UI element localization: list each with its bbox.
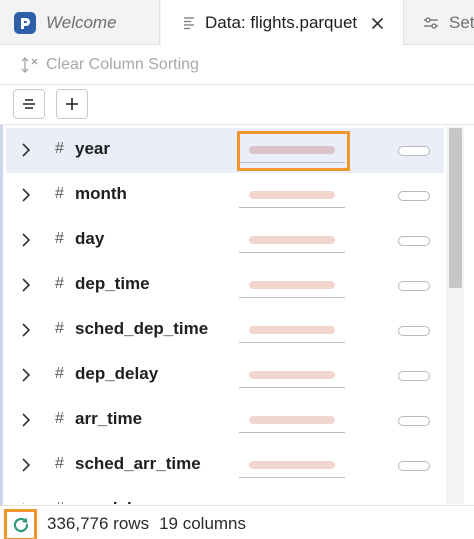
refresh-button[interactable] <box>4 509 37 539</box>
sort-lines-icon <box>23 99 35 109</box>
chevron-right-icon[interactable] <box>21 367 31 388</box>
column-name: year <box>75 139 110 158</box>
numeric-type-icon: # <box>55 410 64 427</box>
chevron-right-icon[interactable] <box>21 142 31 163</box>
numeric-type-icon: # <box>55 230 64 247</box>
clear-sort-icon <box>21 57 38 73</box>
chevron-right-icon[interactable] <box>21 232 31 253</box>
clear-column-sorting-button[interactable]: Clear Column Sorting <box>20 52 199 78</box>
column-name: arr_time <box>75 409 143 428</box>
toolbar-divider <box>0 84 474 85</box>
column-name: arr_delay <box>75 499 151 504</box>
column-list: # year # month # day # dep_time # sched_… <box>6 126 444 504</box>
table-row[interactable]: # arr_time <box>6 398 444 443</box>
tab-welcome-label: Welcome <box>46 12 117 32</box>
sparkline-baseline <box>239 297 345 298</box>
plus-icon <box>66 98 78 110</box>
sparkline-bar <box>249 461 335 469</box>
table-row[interactable]: # month <box>6 173 444 218</box>
refresh-icon <box>13 517 28 533</box>
table-row[interactable]: # year <box>6 128 444 173</box>
clear-column-sorting-label: Clear Column Sorting <box>46 56 199 73</box>
sparkline-bar <box>249 326 335 334</box>
status-bar: 336,776 rows 19 columns <box>0 505 474 539</box>
sort-button[interactable] <box>13 89 45 119</box>
sparkline-baseline <box>239 342 345 343</box>
null-indicator-pill <box>398 236 430 246</box>
tab-bar: Welcome Data: flights.parquet Set <box>0 0 474 46</box>
tab-settings-label: Set <box>449 12 474 32</box>
sparkline-bar <box>249 281 335 289</box>
table-row[interactable]: # arr_delay <box>6 488 444 504</box>
column-name: month <box>75 184 127 203</box>
null-indicator-pill <box>398 281 430 291</box>
focus-indicator <box>0 125 3 505</box>
sparkline-bar <box>249 191 335 199</box>
header-divider <box>0 124 474 125</box>
tab-data-label: Data: flights.parquet <box>205 13 358 32</box>
sparkline-baseline <box>239 432 345 433</box>
table-row[interactable]: # sched_arr_time <box>6 443 444 488</box>
column-name: day <box>75 229 105 248</box>
chevron-right-icon[interactable] <box>21 502 31 504</box>
settings-sliders-icon <box>423 16 439 30</box>
null-indicator-pill <box>398 416 430 426</box>
table-row[interactable]: # dep_delay <box>6 353 444 398</box>
table-row[interactable]: # sched_dep_time <box>6 308 444 353</box>
chevron-right-icon[interactable] <box>21 457 31 478</box>
chevron-right-icon[interactable] <box>21 412 31 433</box>
null-indicator-pill <box>398 371 430 381</box>
table-row[interactable]: # day <box>6 218 444 263</box>
numeric-type-icon: # <box>55 365 64 382</box>
sparkline-baseline <box>239 477 345 478</box>
chevron-right-icon[interactable] <box>21 277 31 298</box>
tab-welcome[interactable]: Welcome <box>0 0 160 45</box>
sparkline-bar <box>249 236 335 244</box>
table-row[interactable]: # dep_time <box>6 263 444 308</box>
numeric-type-icon: # <box>55 140 64 157</box>
numeric-type-icon: # <box>55 320 64 337</box>
sparkline-baseline <box>239 252 345 253</box>
sparkline-baseline <box>239 387 345 388</box>
row-count: 336,776 rows <box>47 514 150 533</box>
add-button[interactable] <box>56 89 88 119</box>
scrollbar-thumb[interactable] <box>449 128 462 288</box>
column-count: 19 columns <box>159 514 247 533</box>
tab-settings[interactable]: Set <box>405 0 474 45</box>
null-indicator-pill <box>398 146 430 156</box>
chevron-right-icon[interactable] <box>21 322 31 343</box>
sparkline-bar <box>249 371 335 379</box>
sparkline-highlight-box <box>237 131 350 171</box>
column-name: dep_time <box>75 274 150 293</box>
null-indicator-pill <box>398 461 430 471</box>
document-icon <box>183 16 195 30</box>
numeric-type-icon: # <box>55 275 64 292</box>
null-indicator-pill <box>398 191 430 201</box>
numeric-type-icon: # <box>55 185 64 202</box>
numeric-type-icon: # <box>55 455 64 472</box>
status-summary: 336,776 rows 19 columns <box>47 514 246 534</box>
close-icon[interactable] <box>371 17 384 30</box>
column-name: dep_delay <box>75 364 159 383</box>
chevron-right-icon[interactable] <box>21 187 31 208</box>
column-name: sched_arr_time <box>75 454 201 473</box>
column-name: sched_dep_time <box>75 319 209 338</box>
tab-data[interactable]: Data: flights.parquet <box>161 0 404 46</box>
numeric-type-icon: # <box>55 500 64 504</box>
null-indicator-pill <box>398 326 430 336</box>
sparkline-bar <box>249 416 335 424</box>
sparkline-baseline <box>239 207 345 208</box>
app-logo-icon <box>14 11 36 34</box>
